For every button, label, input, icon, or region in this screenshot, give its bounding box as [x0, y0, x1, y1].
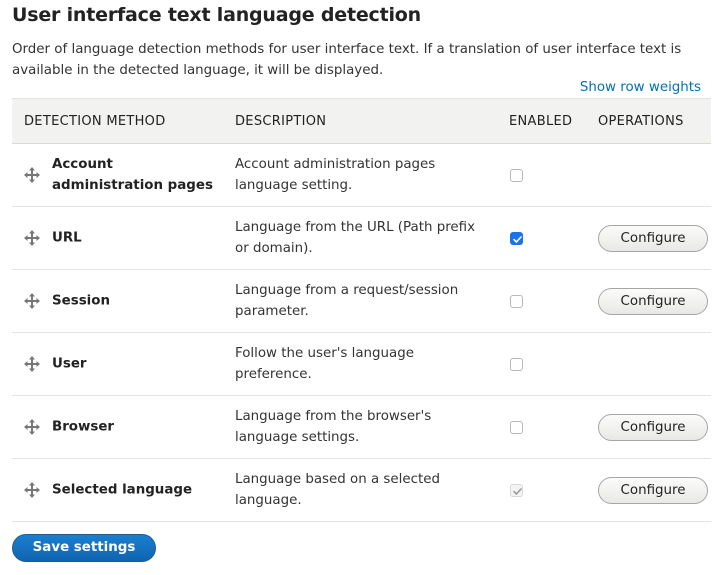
header-description: Description [235, 114, 327, 129]
detection-method-description: Language from the URL (Path prefix or do… [235, 220, 476, 256]
table-row: URL Language from the URL (Path prefix or… [12, 207, 711, 270]
enabled-checkbox[interactable] [510, 295, 523, 308]
table-row: Session Language from a request/session p… [12, 270, 711, 333]
header-detection-method: Detection method [24, 114, 166, 129]
detection-method-description: Follow the user's language preference. [235, 346, 414, 382]
detection-method-description: Language from a request/session paramete… [235, 283, 459, 319]
enabled-checkbox [510, 484, 523, 497]
table-row: User Follow the user's language preferenc… [12, 333, 711, 396]
drag-handle-icon[interactable] [23, 355, 41, 373]
detection-method-description: Language based on a selected language. [235, 472, 440, 508]
configure-button[interactable]: Configure [598, 414, 708, 441]
enabled-checkbox[interactable] [510, 232, 523, 245]
table-row: Selected language Language based on a sel… [12, 459, 711, 522]
table-row: Browser Language from the browser's langu… [12, 396, 711, 459]
configure-button[interactable]: Configure [598, 477, 708, 504]
detection-method-name: URL [52, 230, 82, 246]
drag-handle-icon[interactable] [23, 418, 41, 436]
header-enabled: Enabled [509, 114, 573, 129]
checkmark-icon [513, 236, 522, 243]
enabled-checkbox[interactable] [510, 169, 523, 182]
drag-handle-icon[interactable] [23, 229, 41, 247]
table-header: Detection method Description Enabled Ope… [12, 98, 711, 144]
drag-handle-icon[interactable] [23, 292, 41, 310]
checkmark-icon [513, 488, 522, 495]
detection-method-name: Account administration pages [52, 157, 213, 193]
configure-button[interactable]: Configure [598, 288, 708, 315]
detection-method-name: Browser [52, 419, 115, 435]
enabled-checkbox[interactable] [510, 421, 523, 434]
enabled-checkbox[interactable] [510, 358, 523, 371]
detection-method-name: Selected language [52, 482, 193, 498]
detection-method-name: User [52, 356, 87, 372]
table-row: Account administration pages Account admi… [12, 144, 711, 207]
save-settings-button[interactable]: Save settings [12, 534, 156, 562]
detection-method-name: Session [52, 293, 110, 309]
header-operations: Operations [598, 114, 684, 129]
drag-handle-icon[interactable] [23, 481, 41, 499]
configure-button[interactable]: Configure [598, 225, 708, 252]
page-description: Order of language detection methods for … [12, 42, 682, 78]
show-row-weights-link[interactable]: Show row weights [580, 80, 701, 95]
table-body: Account administration pages Account admi… [12, 144, 711, 522]
drag-handle-icon[interactable] [23, 166, 41, 184]
detection-methods-table: Detection method Description Enabled Ope… [12, 98, 711, 522]
page-title: User interface text language detection [12, 4, 421, 26]
detection-method-description: Account administration pages language se… [235, 157, 436, 193]
detection-method-description: Language from the browser's language set… [235, 409, 432, 445]
